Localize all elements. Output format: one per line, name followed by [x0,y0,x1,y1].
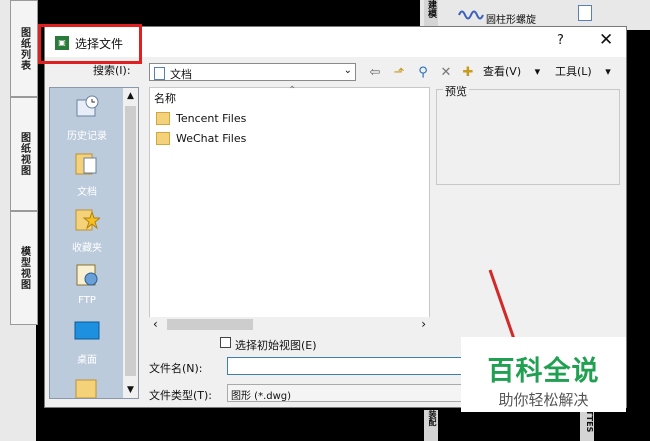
filename-input[interactable] [227,357,477,375]
ftp-icon [76,264,98,286]
tools-menu-chevron-icon: ▾ [605,65,611,78]
background-vtab-bottom-1[interactable]: 装配 [424,410,438,441]
document-icon [154,67,165,80]
tab-model-view[interactable]: 模型视图 [10,211,38,325]
help-button[interactable]: ? [557,33,564,48]
search-icon[interactable]: ⚲ [415,65,431,81]
tab-sheet-view[interactable]: 图纸视图 [10,97,38,211]
hscroll-thumb[interactable] [167,319,253,330]
look-in-dropdown[interactable]: 文档 ⌄ [149,63,356,81]
filetype-label: 文件类型(T): [149,389,213,402]
watermark-subtitle: 助你轻松解决 [498,391,589,409]
tools-menu-label: 工具(L) [555,65,592,78]
sort-ascending-icon: ⌃ [288,85,297,96]
place-desktop[interactable]: 桌面 [50,318,124,366]
scroll-left-icon[interactable]: ‹ [153,317,158,331]
favorites-icon [75,209,102,231]
view-menu-label: 查看(V) [483,65,522,78]
chevron-down-icon: ⌄ [343,65,352,76]
history-icon [76,95,99,117]
place-documents-label: 文档 [77,187,97,198]
tab-sheet-view-label: 图纸视图 [18,132,30,176]
look-in-value: 文档 [170,68,192,81]
close-button[interactable]: ✕ [599,30,613,50]
place-documents[interactable]: 文档 [50,150,124,198]
helix-command-label[interactable]: 圆柱形螺旋 [486,11,536,26]
delete-icon[interactable]: ✕ [438,65,454,81]
place-more[interactable] [50,374,124,398]
place-desktop-label: 桌面 [77,355,97,366]
back-arrow-icon[interactable]: ⇦ [367,65,383,81]
background-vtab-bottom-2[interactable]: TTES [580,410,594,441]
folder-icon [75,379,97,398]
preview-label: 预览 [443,83,469,99]
new-folder-icon[interactable]: ✚ [460,65,476,81]
file-list-hscrollbar[interactable]: ‹ › [149,317,430,332]
watermark-logo: 百科全说 助你轻松解决 [461,337,626,412]
filetype-select[interactable]: 图形 (*.dwg) [227,384,477,402]
initial-view-label[interactable]: 选择初始视图(E) [235,337,317,353]
dialog-titlebar: ▣ 选择文件 ? ✕ [38,24,626,64]
view-menu-button[interactable]: 查看(V) ▾ [483,63,540,79]
search-label: 搜索(I): [93,64,131,77]
filetype-value: 图形 (*.dwg) [231,391,292,402]
list-item-label: Tencent Files [176,112,247,125]
folder-icon [156,132,170,145]
tab-sheet-list[interactable]: 图纸列表 [10,0,38,97]
file-list[interactable]: 名称 ⌃ Tencent Files WeChat Files [149,85,430,332]
desktop-icon [74,321,100,340]
tab-model-view-label: 模型视图 [18,246,30,290]
places-scrollbar[interactable]: ▲ ▼ [123,88,138,398]
scroll-down-icon[interactable]: ▼ [123,382,138,398]
list-item-label: WeChat Files [176,132,247,145]
initial-view-checkbox[interactable] [220,337,231,348]
places-scroll-thumb[interactable] [125,106,136,376]
scroll-right-icon[interactable]: › [421,317,426,331]
column-header-name[interactable]: 名称 [154,90,176,106]
scroll-up-icon[interactable]: ▲ [123,88,138,104]
tools-menu-button[interactable]: 工具(L) ▾ [555,63,611,79]
place-favorites-label: 收藏夹 [72,243,102,254]
place-history-label: 历史记录 [67,131,107,142]
places-bar: 历史记录 文档 收藏夹 FTP 桌面 ▲ ▼ [49,87,139,399]
place-history[interactable]: 历史记录 [50,94,124,142]
title-highlight-box [38,24,142,64]
place-ftp-label: FTP [78,295,96,306]
documents-icon [75,153,97,175]
filename-label: 文件名(N): [149,362,203,375]
view-menu-chevron-icon: ▾ [534,65,541,78]
preview-pane [436,89,620,185]
place-favorites[interactable]: 收藏夹 [50,206,124,254]
folder-icon [156,112,170,125]
document-icon[interactable] [578,5,592,21]
helix-icon [458,10,484,20]
watermark-title: 百科全说 [487,356,600,387]
tab-sheet-list-label: 图纸列表 [18,26,30,71]
up-folder-icon[interactable]: ⬏ [391,65,407,81]
place-ftp[interactable]: FTP [50,262,124,306]
